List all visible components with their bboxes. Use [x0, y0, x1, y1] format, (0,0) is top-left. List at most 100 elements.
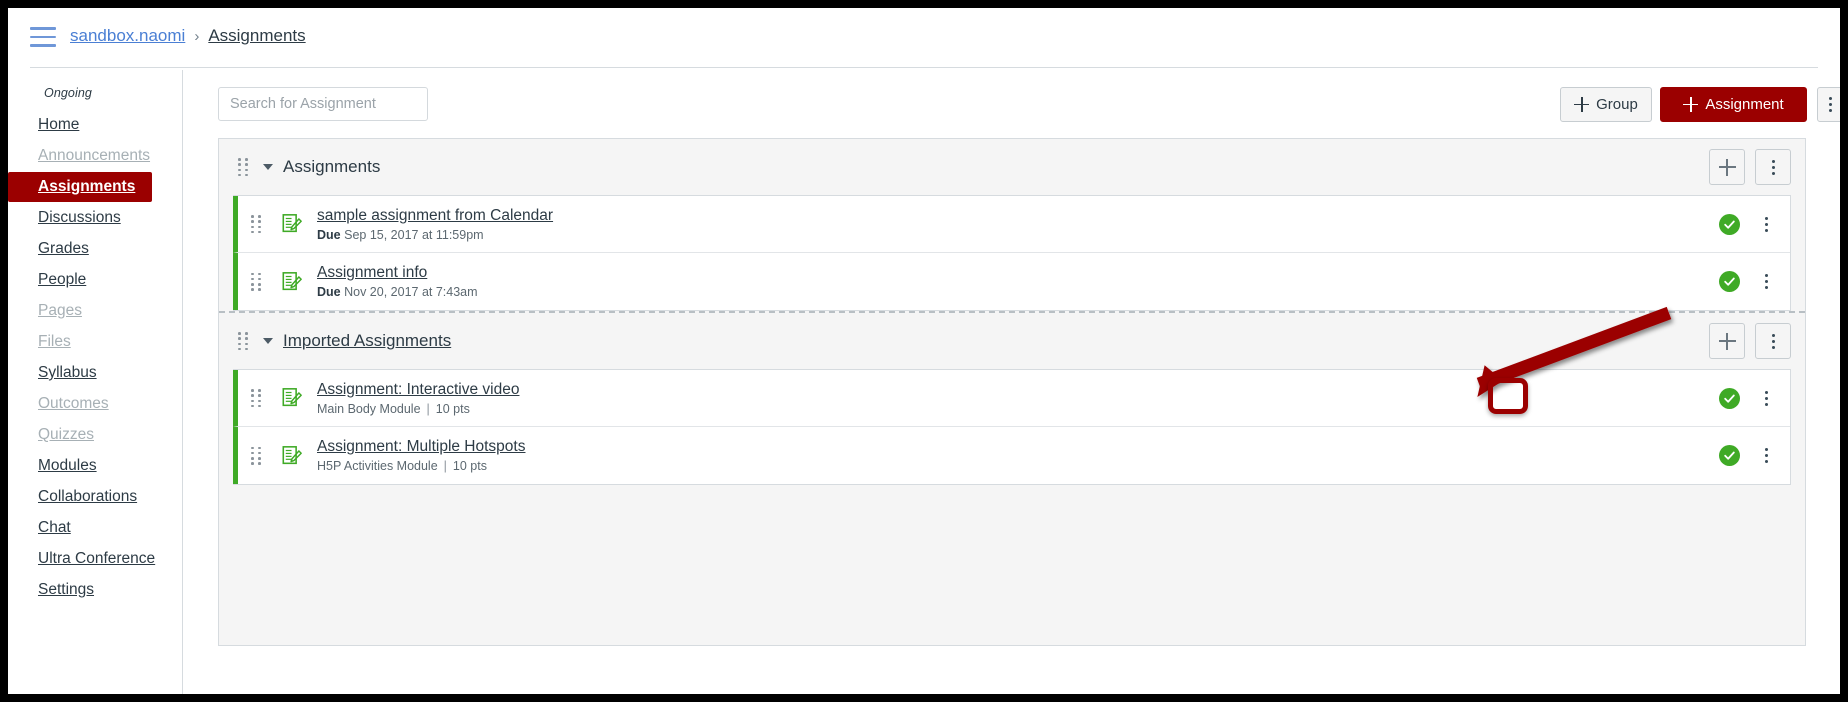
- assignment-document-icon: [282, 214, 302, 233]
- table-row[interactable]: Assignment: Interactive video Main Body M…: [233, 370, 1790, 427]
- add-group-button[interactable]: Group: [1560, 87, 1652, 122]
- published-status-badge[interactable]: [1719, 271, 1740, 292]
- row-drag-handle-icon[interactable]: [250, 215, 262, 234]
- assignment-options-button[interactable]: [1754, 441, 1778, 471]
- group-add-assignment-button[interactable]: [1709, 323, 1745, 359]
- sidebar-item-modules[interactable]: Modules: [8, 451, 183, 481]
- due-label: Due: [317, 285, 341, 299]
- assignments-toolbar: Group Assignment: [183, 70, 1840, 138]
- assignment-list: sample assignment from Calendar Due Sep 1…: [233, 195, 1791, 311]
- assignment-group-header: Imported Assignments: [219, 313, 1805, 369]
- table-row[interactable]: Assignment: Multiple Hotspots H5P Activit…: [233, 427, 1790, 484]
- assignment-document-icon: [282, 388, 302, 407]
- due-label: Due: [317, 227, 341, 242]
- row-drag-handle-icon[interactable]: [250, 446, 262, 465]
- assignment-groups-panel: Assignments sample assignment from Calend…: [218, 138, 1806, 646]
- add-assignment-button[interactable]: Assignment: [1660, 87, 1807, 122]
- collapse-caret-icon[interactable]: [263, 338, 273, 344]
- row-text-block: Assignment: Interactive video Main Body M…: [317, 380, 519, 417]
- module-name: Main Body Module: [317, 401, 421, 416]
- assignment-group-header: Assignments: [219, 139, 1805, 195]
- row-action-buttons: [1719, 427, 1778, 484]
- row-action-buttons: [1719, 196, 1778, 253]
- due-date: Sep 15, 2017 at 11:59pm: [344, 227, 484, 242]
- row-text-block: Assignment info Due Nov 20, 2017 at 7:43a…: [317, 263, 478, 300]
- table-row[interactable]: sample assignment from Calendar Due Sep 1…: [233, 196, 1790, 253]
- assignment-title-link[interactable]: Assignment: Multiple Hotspots: [317, 437, 525, 456]
- sidebar-item-pages: Pages: [38, 302, 82, 319]
- assignment-options-button[interactable]: [1754, 210, 1778, 240]
- row-action-buttons: [1719, 253, 1778, 310]
- annotation-highlight-box: [1488, 378, 1528, 414]
- topbar-divider: [30, 67, 1818, 68]
- assignment-title-link[interactable]: Assignment info: [317, 263, 478, 282]
- add-assignment-label: Assignment: [1705, 96, 1784, 113]
- points-value: 10 pts: [452, 459, 487, 473]
- group-action-buttons: [1709, 323, 1791, 359]
- module-name: H5P Activities Module: [317, 459, 438, 473]
- sidebar-item-assignments[interactable]: Assignments: [8, 172, 152, 202]
- search-input[interactable]: [218, 87, 428, 121]
- assignment-meta: Due Nov 20, 2017 at 7:43am: [317, 285, 478, 300]
- check-icon: [1724, 394, 1735, 403]
- table-row[interactable]: Assignment info Due Nov 20, 2017 at 7:43a…: [233, 253, 1790, 310]
- assignments-main-content: Group Assignment Assignments sample assig…: [183, 70, 1840, 694]
- kebab-menu-icon: [1764, 217, 1768, 232]
- sidebar-item-discussions[interactable]: Discussions: [8, 203, 183, 233]
- assignment-title-link[interactable]: sample assignment from Calendar: [317, 206, 553, 225]
- group-action-buttons: [1709, 149, 1791, 185]
- assignment-group: Imported Assignments Assignment: Interact…: [219, 313, 1805, 485]
- assignments-options-button[interactable]: [1817, 87, 1840, 122]
- published-status-badge[interactable]: [1719, 445, 1740, 466]
- assignment-group: Assignments sample assignment from Calend…: [219, 139, 1805, 311]
- assignment-meta: H5P Activities Module | 10 pts: [317, 459, 525, 474]
- group-drag-handle-icon[interactable]: [237, 332, 249, 351]
- assignment-options-button[interactable]: [1754, 267, 1778, 297]
- plus-icon: [1718, 332, 1736, 350]
- assignment-group-title: Assignments: [283, 157, 381, 176]
- assignment-title-link[interactable]: Assignment: Interactive video: [317, 380, 519, 399]
- sidebar-item-chat[interactable]: Chat: [8, 513, 183, 543]
- hamburger-icon[interactable]: [30, 27, 56, 47]
- plus-icon: [1683, 97, 1699, 112]
- sidebar-item-outcomes: Outcomes: [38, 395, 109, 412]
- group-drag-handle-icon[interactable]: [237, 158, 249, 177]
- group-add-assignment-button[interactable]: [1709, 149, 1745, 185]
- published-status-badge[interactable]: [1719, 214, 1740, 235]
- check-icon: [1724, 220, 1735, 229]
- published-status-badge[interactable]: [1719, 388, 1740, 409]
- breadcrumb-course-link[interactable]: sandbox.naomi: [70, 26, 185, 46]
- row-drag-handle-icon[interactable]: [250, 272, 262, 291]
- breadcrumb-current-page[interactable]: Assignments: [208, 26, 305, 46]
- collapse-caret-icon[interactable]: [263, 164, 273, 170]
- kebab-menu-icon: [1771, 333, 1775, 349]
- kebab-menu-icon: [1764, 448, 1768, 463]
- row-text-block: sample assignment from Calendar Due Sep 1…: [317, 206, 553, 243]
- check-icon: [1724, 451, 1735, 460]
- assignment-options-button[interactable]: [1754, 384, 1778, 414]
- assignment-group-title[interactable]: Imported Assignments: [283, 331, 451, 351]
- breadcrumb-separator-icon: ›: [194, 27, 200, 45]
- browser-page: sandbox.naomi › Assignments Ongoing Home…: [8, 8, 1840, 694]
- sidebar-item-settings[interactable]: Settings: [8, 575, 183, 605]
- assignment-meta: Due Sep 15, 2017 at 11:59pm: [317, 228, 553, 243]
- group-options-button[interactable]: [1755, 149, 1791, 185]
- course-nav-list: Home Announcements Assignments Discussions G…: [8, 110, 183, 606]
- plus-icon: [1574, 97, 1590, 112]
- sidebar-item-grades[interactable]: Grades: [8, 234, 183, 264]
- sidebar-item-quizzes: Quizzes: [38, 426, 94, 443]
- sidebar-item-collaborations[interactable]: Collaborations: [8, 482, 183, 512]
- sidebar-item-ultra-conference[interactable]: Ultra Conference: [8, 544, 183, 574]
- due-date: Nov 20, 2017 at 7:43am: [344, 285, 478, 299]
- kebab-menu-icon: [1764, 274, 1768, 289]
- row-action-buttons: [1719, 370, 1778, 427]
- group-options-button[interactable]: [1755, 323, 1791, 359]
- row-drag-handle-icon[interactable]: [250, 389, 262, 408]
- kebab-menu-icon: [1764, 391, 1768, 406]
- sidebar-item-syllabus[interactable]: Syllabus: [8, 358, 183, 388]
- sidebar-item-people[interactable]: People: [8, 265, 183, 295]
- sidebar-item-announcements: Announcements: [38, 147, 151, 164]
- plus-icon: [1718, 158, 1736, 176]
- sidebar-item-home[interactable]: Home: [8, 110, 183, 140]
- screenshot-frame: sandbox.naomi › Assignments Ongoing Home…: [0, 0, 1848, 702]
